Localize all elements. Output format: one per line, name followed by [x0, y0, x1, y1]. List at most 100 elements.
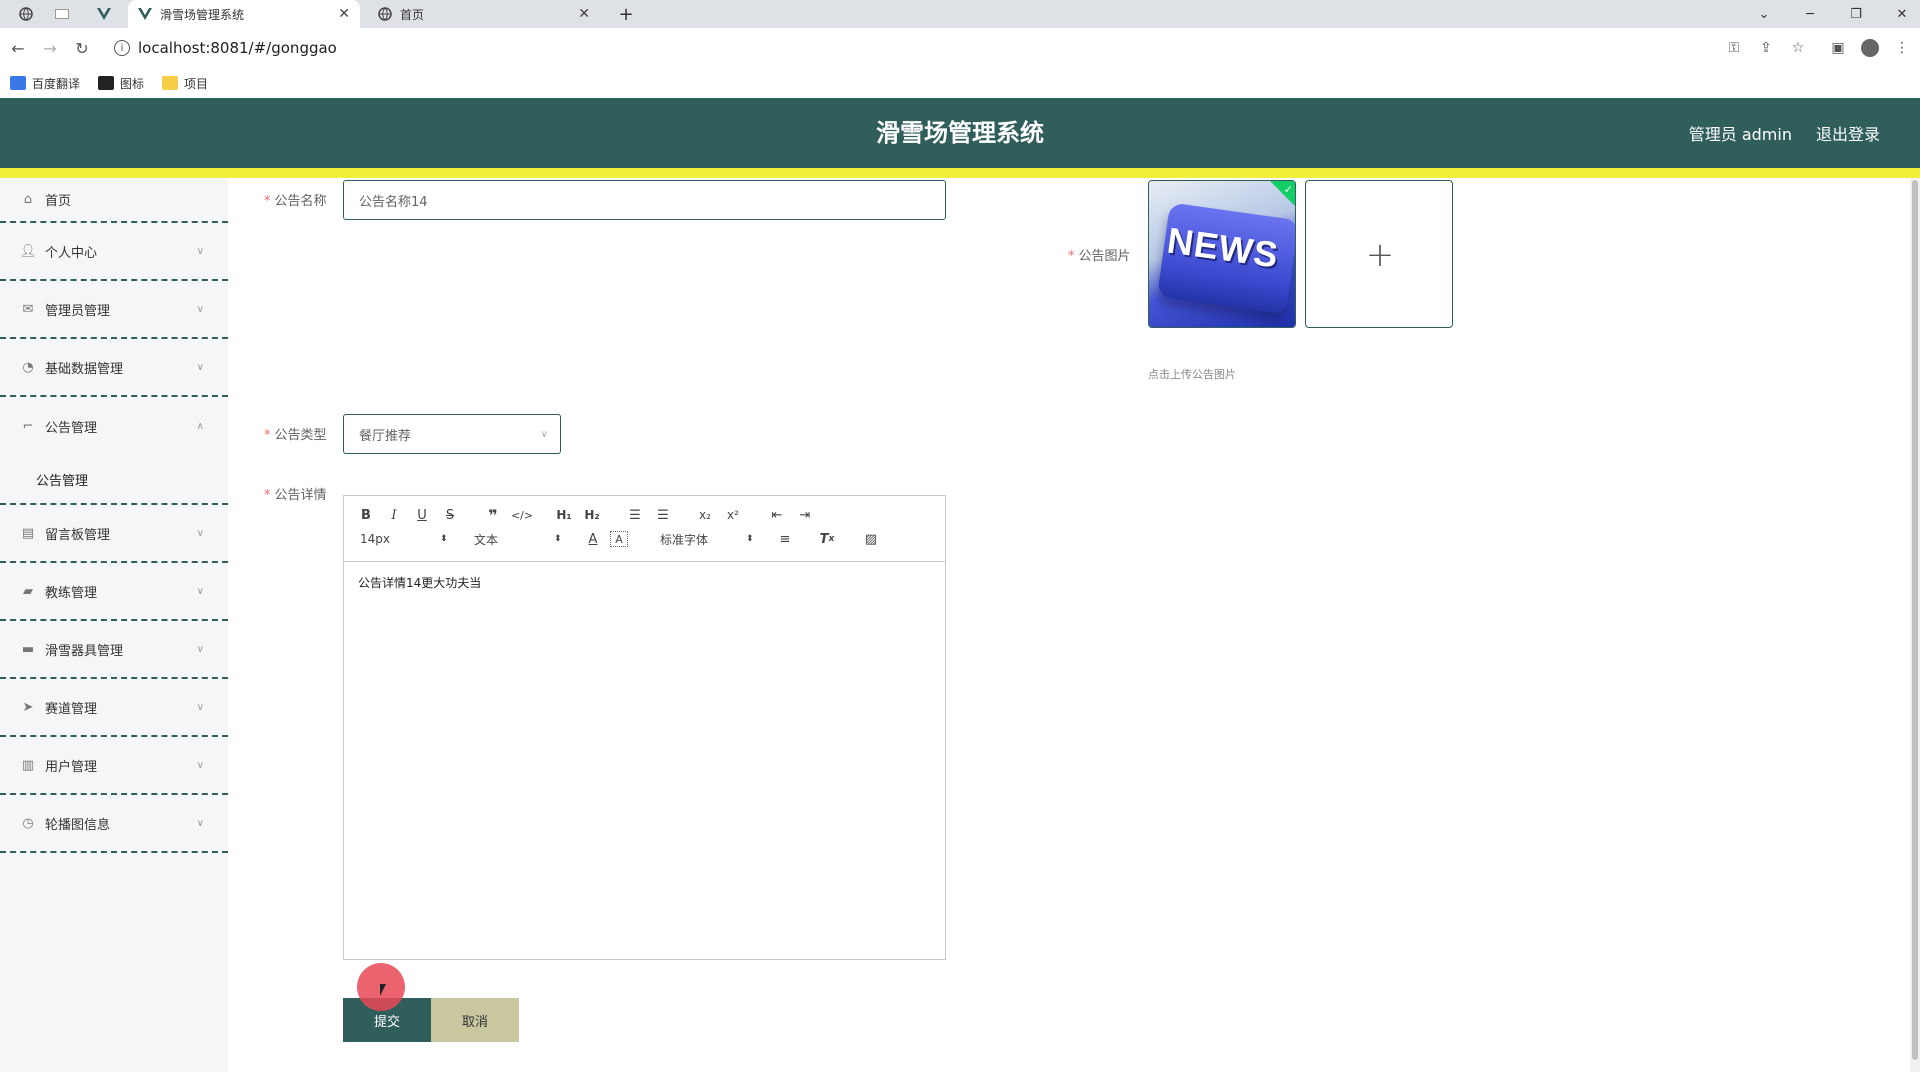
menu-dots-icon[interactable]: ⋮	[1890, 36, 1914, 60]
close-tab-icon[interactable]: ✕	[338, 6, 350, 22]
sidebar-item-label: 个人中心	[45, 245, 98, 261]
tab-search-icon[interactable]: ⌄	[1744, 0, 1784, 28]
bookmark-item[interactable]: 百度翻译	[10, 75, 80, 92]
globe-icon	[378, 7, 392, 21]
sidepanel-icon[interactable]: ▣	[1826, 36, 1850, 60]
chevron-down-icon: ∨	[196, 303, 204, 315]
bookmark-folder[interactable]: 项目	[162, 75, 208, 92]
clipboard-icon: ▥	[21, 757, 35, 773]
uploaded-image-thumbnail[interactable]: NEWS ✓	[1148, 180, 1296, 328]
profile-icon[interactable]	[1858, 36, 1882, 60]
admin-user-label: 管理员 admin	[1688, 125, 1792, 144]
sidebar-item-track[interactable]: ➤ 赛道管理 ∨	[0, 679, 228, 737]
code-icon[interactable]: </>	[511, 504, 533, 526]
sidebar-item-coach[interactable]: ▰ 教练管理 ∨	[0, 563, 228, 621]
user-icon: 👤︎	[19, 243, 37, 259]
sidebar-item-notice[interactable]: ⌐ 公告管理 ∧	[0, 397, 228, 455]
rich-text-editor[interactable]: B I U S ❞ </> H₁ H₂ ☰ ☰ x₂ x² ⇤ ⇥ 14px ⬍ …	[343, 495, 946, 960]
plus-icon: +	[1365, 235, 1395, 275]
ticket-icon: ▰	[23, 583, 33, 599]
align-icon[interactable]: ≡	[776, 528, 794, 550]
strikethrough-icon[interactable]: S	[442, 504, 458, 526]
font-size-select[interactable]: 14px ⬍	[360, 528, 450, 550]
star-icon[interactable]: ☆	[1786, 36, 1810, 60]
sidebar-item-admin[interactable]: ✉ 管理员管理 ∨	[0, 281, 228, 339]
editor-content[interactable]: 公告详情14更大功夫当	[344, 562, 945, 603]
superscript-icon[interactable]: x²	[724, 504, 742, 526]
header-select[interactable]: 文本 ⬍	[474, 528, 564, 550]
sidebar-item-label: 教练管理	[45, 585, 98, 601]
font-family-select[interactable]: 标准字体 ⬍	[660, 528, 760, 550]
indent-icon[interactable]: ⇥	[796, 504, 814, 526]
sidebar-item-ski-equipment[interactable]: ▬ 滑雪器具管理 ∨	[0, 621, 228, 679]
subscript-icon[interactable]: x₂	[696, 504, 714, 526]
vue-tab-icon[interactable]	[90, 0, 118, 28]
new-tab-button[interactable]: +	[612, 0, 640, 28]
sidebar-item-message-board[interactable]: ▤ 留言板管理 ∨	[0, 505, 228, 563]
check-icon: ✓	[1283, 183, 1293, 196]
url-field[interactable]: i localhost:8081/#/gonggao	[110, 34, 1690, 62]
chevron-down-icon: ∨	[196, 701, 204, 713]
blank-tab-icon[interactable]	[48, 0, 76, 28]
blockquote-icon[interactable]: ❞	[484, 504, 502, 526]
ordered-list-icon[interactable]: ☰	[626, 504, 644, 526]
bookmark-label: 项目	[184, 76, 209, 91]
clear-format-icon[interactable]: Tx	[818, 528, 836, 550]
header-user-area: 管理员 admin 退出登录	[1665, 98, 1880, 168]
browser-tab-strip: 滑雪场管理系统 ✕ 首页 ✕ + ⌄ ─ ❐ ✕	[0, 0, 1920, 28]
notice-name-input[interactable]: 公告名称14	[343, 180, 946, 220]
detail-label: * 公告详情	[264, 488, 327, 503]
font-color-icon[interactable]: A	[584, 528, 602, 550]
insert-image-icon[interactable]: ▨	[862, 528, 880, 550]
reload-icon[interactable]: ↻	[70, 36, 94, 60]
notice-type-select[interactable]: 餐厅推荐 ∨	[343, 414, 561, 454]
image-upload-button[interactable]: +	[1305, 180, 1453, 328]
cancel-button[interactable]: 取消	[431, 998, 519, 1042]
page-scrollbar[interactable]	[1910, 178, 1920, 1072]
type-label: * 公告类型	[264, 428, 327, 443]
sidebar-subitem-notice[interactable]: 公告管理	[0, 455, 228, 505]
underline-icon[interactable]: U	[414, 504, 430, 526]
crop-icon: ⌐	[22, 418, 34, 434]
url-text: localhost:8081/#/gonggao	[138, 39, 337, 57]
clock-icon: ◷	[22, 815, 34, 831]
forward-arrow-icon[interactable]: →	[38, 36, 62, 60]
bullet-list-icon[interactable]: ☰	[654, 504, 672, 526]
minimize-icon[interactable]: ─	[1790, 0, 1830, 28]
close-window-icon[interactable]: ✕	[1882, 0, 1920, 28]
monitor-icon: ▬	[21, 641, 35, 657]
bold-icon[interactable]: B	[358, 504, 374, 526]
sidebar-item-carousel[interactable]: ◷ 轮播图信息 ∨	[0, 795, 228, 853]
share-icon[interactable]: ⇪	[1754, 36, 1778, 60]
scrollbar-thumb[interactable]	[1912, 180, 1918, 1060]
sidebar-item-home[interactable]: ⌂ 首页	[0, 178, 228, 223]
italic-icon[interactable]: I	[386, 504, 402, 526]
home-icon: ⌂	[23, 192, 33, 207]
browser-tab-active[interactable]: 滑雪场管理系统 ✕	[128, 0, 360, 28]
close-tab-icon[interactable]: ✕	[578, 6, 590, 22]
app-title: 滑雪场管理系统	[876, 119, 1044, 147]
compass-icon: ◔	[22, 359, 34, 375]
sidebar-item-personal-center[interactable]: 👤︎ 个人中心 ∨	[0, 223, 228, 281]
sidebar-item-label: 公告管理	[45, 420, 98, 436]
bookmark-label: 图标	[120, 76, 145, 91]
background-color-icon[interactable]: A	[610, 531, 628, 547]
key-icon[interactable]: ⚿	[1722, 36, 1746, 60]
restore-icon[interactable]: ❐	[1836, 0, 1876, 28]
outdent-icon[interactable]: ⇤	[768, 504, 786, 526]
browser-tab[interactable]: 首页 ✕	[368, 0, 600, 28]
sidebar-item-basic-data[interactable]: ◔ 基础数据管理 ∨	[0, 339, 228, 397]
chevron-down-icon: ∨	[196, 759, 204, 771]
globe-tab-icon[interactable]	[12, 0, 40, 28]
image-label: * 公告图片	[1068, 249, 1131, 264]
back-arrow-icon[interactable]: ←	[6, 36, 30, 60]
sidebar-item-label: 留言板管理	[45, 527, 111, 543]
heading1-icon[interactable]: H₁	[554, 504, 574, 526]
logout-link[interactable]: 退出登录	[1816, 121, 1880, 145]
bookmarks-bar: 百度翻译 图标 项目	[0, 68, 1920, 98]
sidebar-item-label: 用户管理	[45, 759, 98, 775]
bookmark-item[interactable]: 图标	[98, 75, 144, 92]
heading2-icon[interactable]: H₂	[582, 504, 602, 526]
sidebar-item-users[interactable]: ▥ 用户管理 ∨	[0, 737, 228, 795]
info-icon[interactable]: i	[114, 40, 130, 56]
